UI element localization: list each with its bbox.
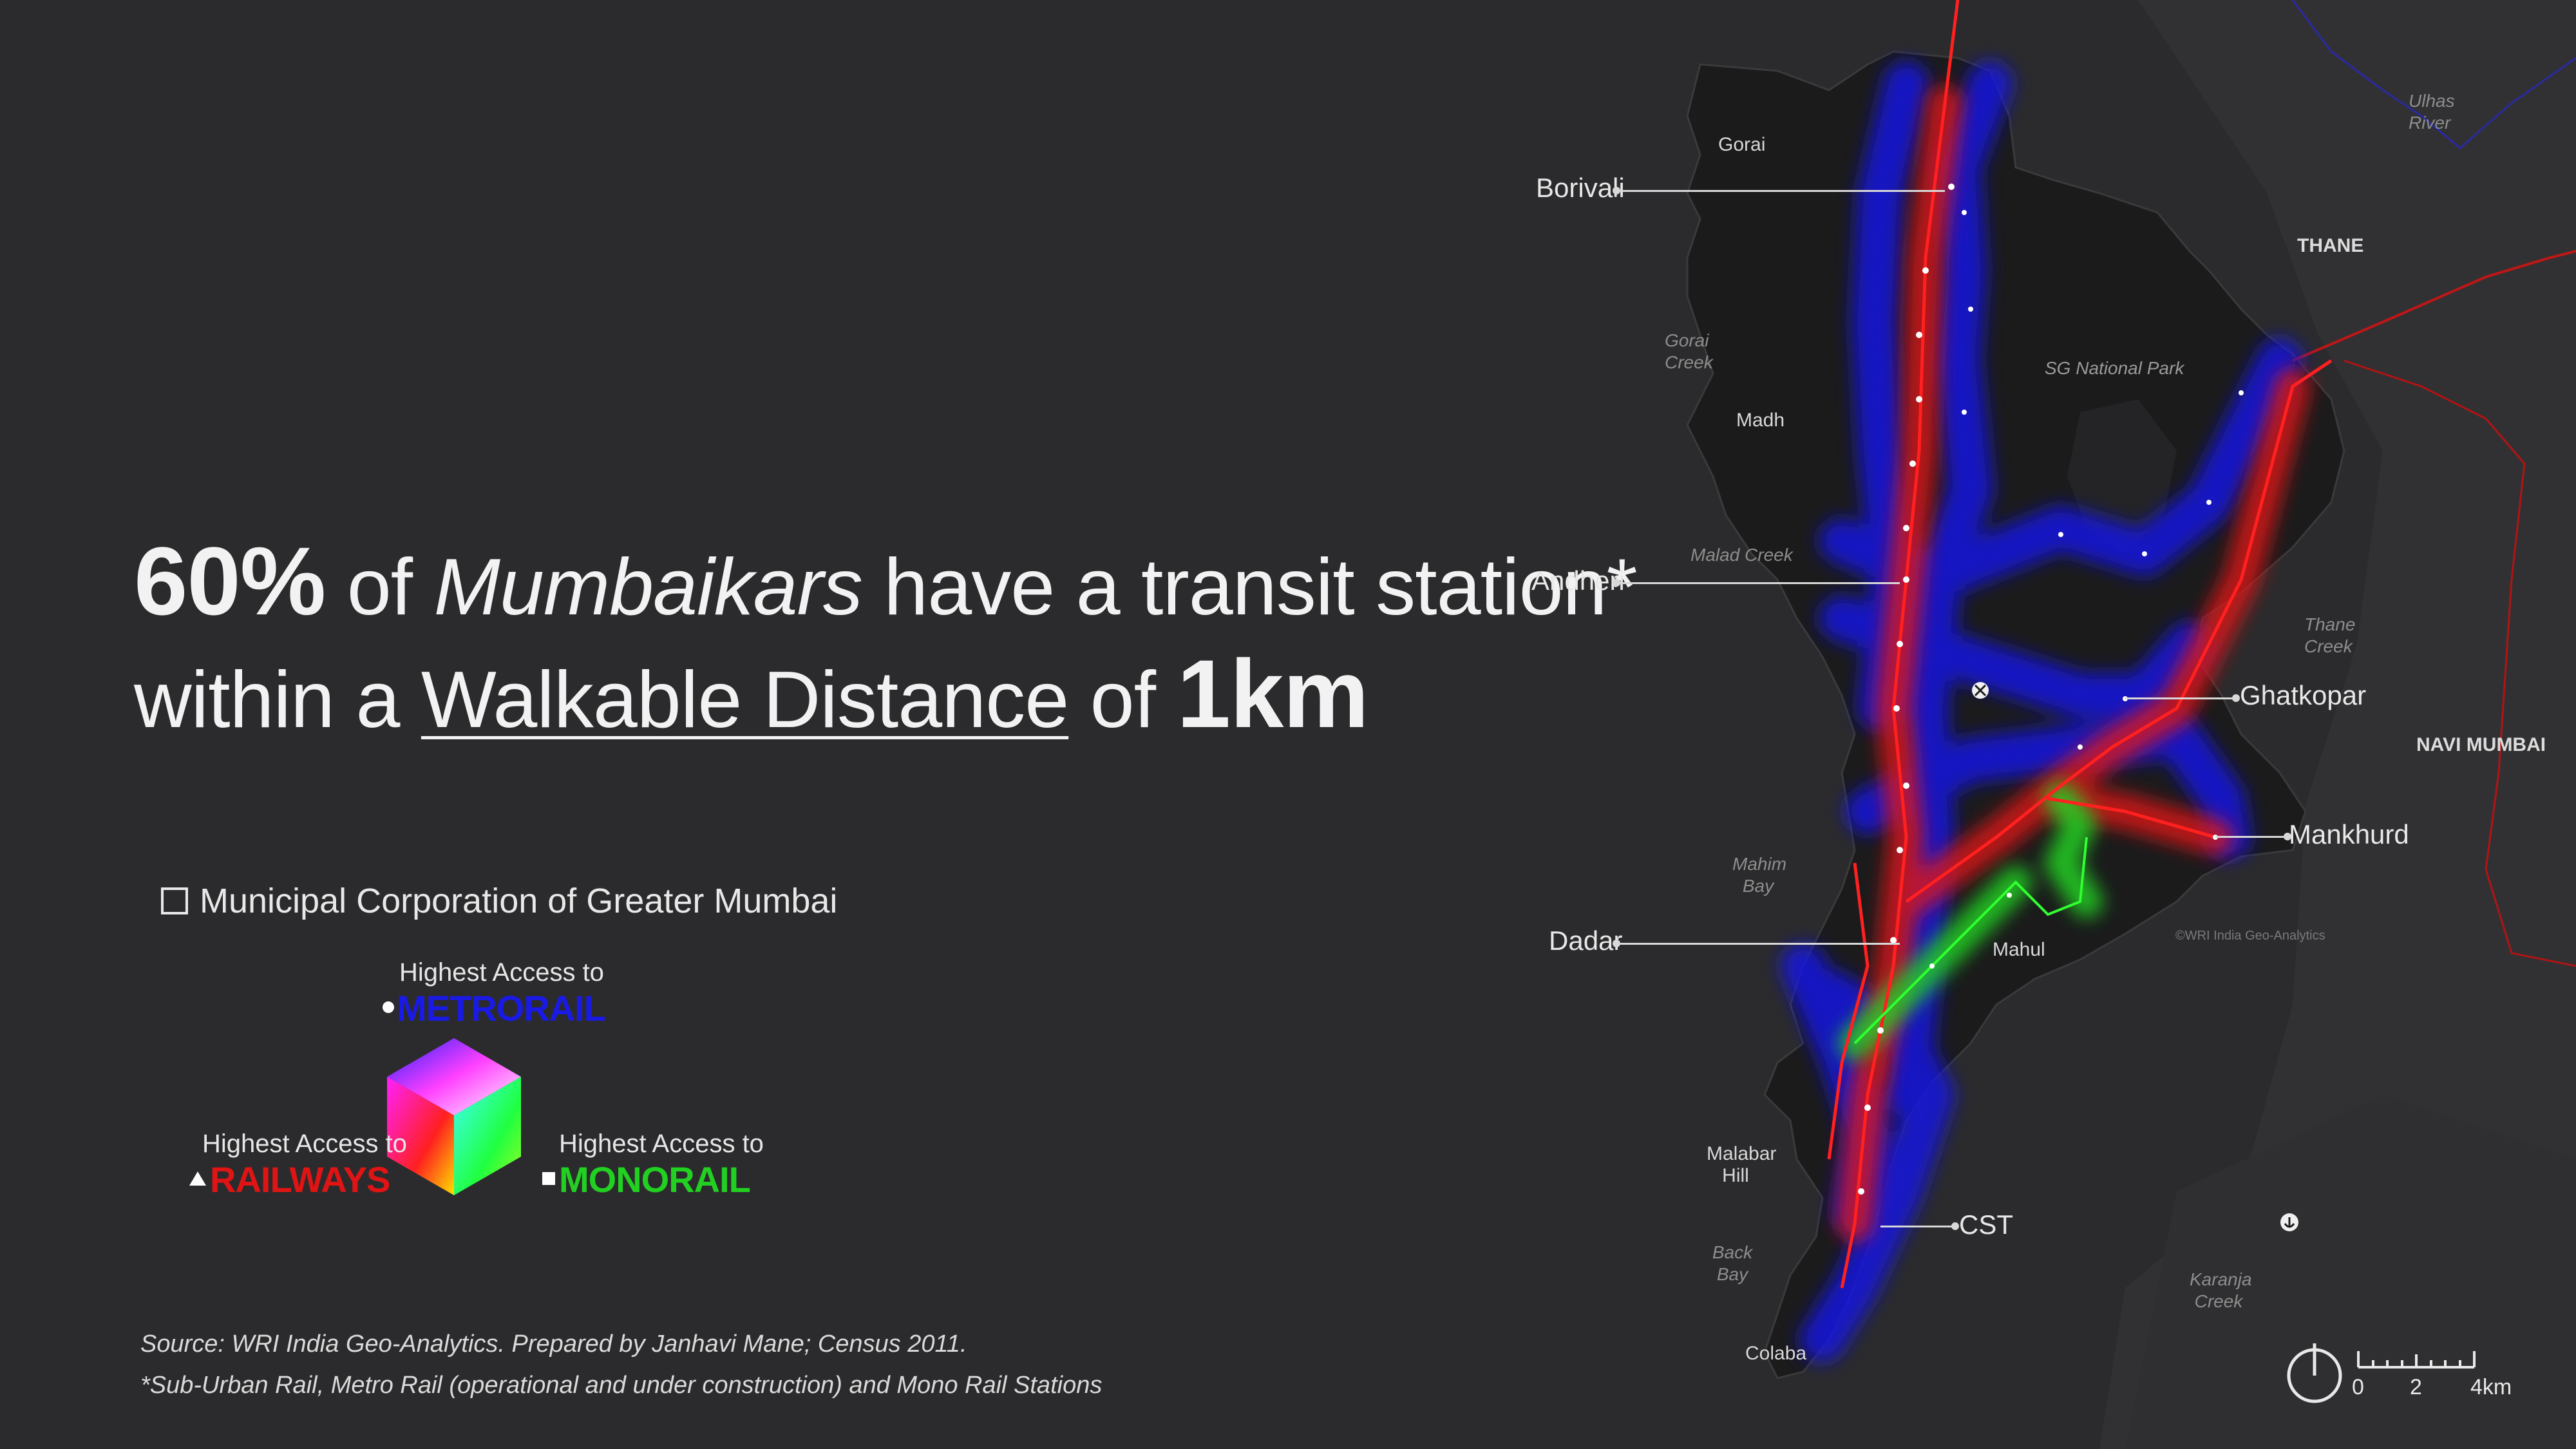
water-back-bay: Back Bay: [1712, 1242, 1753, 1284]
headline: 60% of Mumbaikars have a transit station…: [134, 527, 1638, 753]
water-gorai-creek: Gorai Creek: [1665, 330, 1713, 372]
water-karanja-creek: Karanja Creek: [2190, 1269, 2252, 1311]
headline-walkable: Walkable Distance: [421, 656, 1069, 744]
legend-mono: Highest Access to MONORAIL: [542, 1130, 764, 1200]
label-ghatkopar: Ghatkopar: [2240, 680, 2367, 710]
scale-label-0: 0: [2352, 1375, 2364, 1399]
headline-rest: have a transit station*: [884, 543, 1637, 632]
legend-mcgm-label: Municipal Corporation of Greater Mumbai: [200, 882, 838, 920]
headline-line-1: 60% of Mumbaikars have a transit station…: [134, 527, 1638, 641]
source-note: Source: WRI India Geo-Analytics. Prepare…: [140, 1323, 1102, 1406]
water-thane-creek: Thane Creek: [2304, 614, 2356, 656]
place-malabar-hill: Malabar Hill: [1707, 1143, 1777, 1186]
label-cst: CST: [1959, 1209, 2013, 1240]
headline-distance: 1km: [1177, 639, 1369, 748]
legend-metro-mode: METRORAIL: [383, 987, 606, 1029]
leader-dot-dadar: [1613, 940, 1620, 947]
rgb-cube-legend: [387, 1038, 521, 1195]
anchor-icon: [2280, 1213, 2298, 1231]
leader-mankhurd: [2215, 836, 2286, 838]
label-borivali: Borivali: [1536, 173, 1625, 203]
legend-metro-caption: Highest Access to: [399, 958, 604, 987]
place-madh: Madh: [1736, 410, 1785, 431]
label-andheri: Andheri: [1531, 565, 1625, 596]
leader-dot-borivali: [1613, 187, 1620, 194]
leader-dadar: [1616, 943, 1900, 945]
triangle-icon: [189, 1171, 206, 1186]
leader-borivali: [1616, 190, 1945, 192]
leader-cst: [1880, 1226, 1955, 1227]
legend-rail: Highest Access to RAILWAYS: [189, 1130, 407, 1200]
boundary-swatch-icon: [161, 887, 188, 914]
leader-andheri: [1616, 582, 1900, 584]
region-thane: THANE: [2297, 235, 2364, 256]
label-dadar: Dadar: [1549, 925, 1623, 956]
headline-of-2: of: [1090, 656, 1156, 744]
legend-rail-caption: Highest Access to: [202, 1130, 407, 1158]
legend-mono-mode: MONORAIL: [542, 1159, 764, 1200]
square-icon: [542, 1172, 555, 1186]
legend-metro: Highest Access to METRORAIL: [383, 958, 606, 1029]
place-gorai: Gorai: [1718, 134, 1766, 155]
leader-dot-andheri: [1613, 579, 1620, 587]
leader-dot-cst: [1951, 1222, 1959, 1230]
legend-mono-label: MONORAIL: [559, 1159, 751, 1200]
place-mahul: Mahul: [1993, 939, 2045, 960]
scale-label-4km: 4km: [2470, 1375, 2512, 1399]
headline-subject: Mumbaikars: [433, 543, 863, 632]
source-line-1: Source: WRI India Geo-Analytics. Prepare…: [140, 1331, 967, 1358]
legend-metro-label: METRORAIL: [397, 988, 606, 1028]
airport-icon: [1972, 682, 1989, 699]
headline-of: of: [346, 543, 413, 632]
headline-within: within a: [134, 656, 400, 744]
water-mahim-bay: Mahim Bay: [1732, 854, 1787, 896]
legend-rail-mode: RAILWAYS: [189, 1159, 407, 1200]
legend-rail-label: RAILWAYS: [210, 1159, 390, 1200]
source-line-2: *Sub-Urban Rail, Metro Rail (operational…: [140, 1372, 1103, 1399]
water-malad-creek: Malad Creek: [1690, 545, 1793, 565]
headline-line-2: within a Walkable Distance of 1km: [134, 641, 1369, 753]
stat-percent: 60%: [134, 527, 326, 635]
scale-label-2: 2: [2410, 1375, 2422, 1399]
leader-dot-ghatkopar: [2232, 694, 2240, 702]
circle-icon: [383, 1001, 394, 1014]
place-sg-park: SG National Park: [2045, 358, 2184, 378]
place-colaba: Colaba: [1745, 1343, 1807, 1364]
region-navi-mumbai: NAVI MUMBAI: [2416, 734, 2546, 755]
legend-mcgm: Municipal Corporation of Greater Mumbai: [161, 881, 837, 921]
water-ulhas-river: Ulhas River: [2409, 91, 2455, 133]
map-credit: ©WRI India Geo-Analytics: [2175, 929, 2325, 943]
legend-mono-caption: Highest Access to: [559, 1130, 764, 1158]
label-mankhurd: Mankhurd: [2289, 819, 2409, 849]
leader-ghatkopar: [2125, 697, 2235, 699]
